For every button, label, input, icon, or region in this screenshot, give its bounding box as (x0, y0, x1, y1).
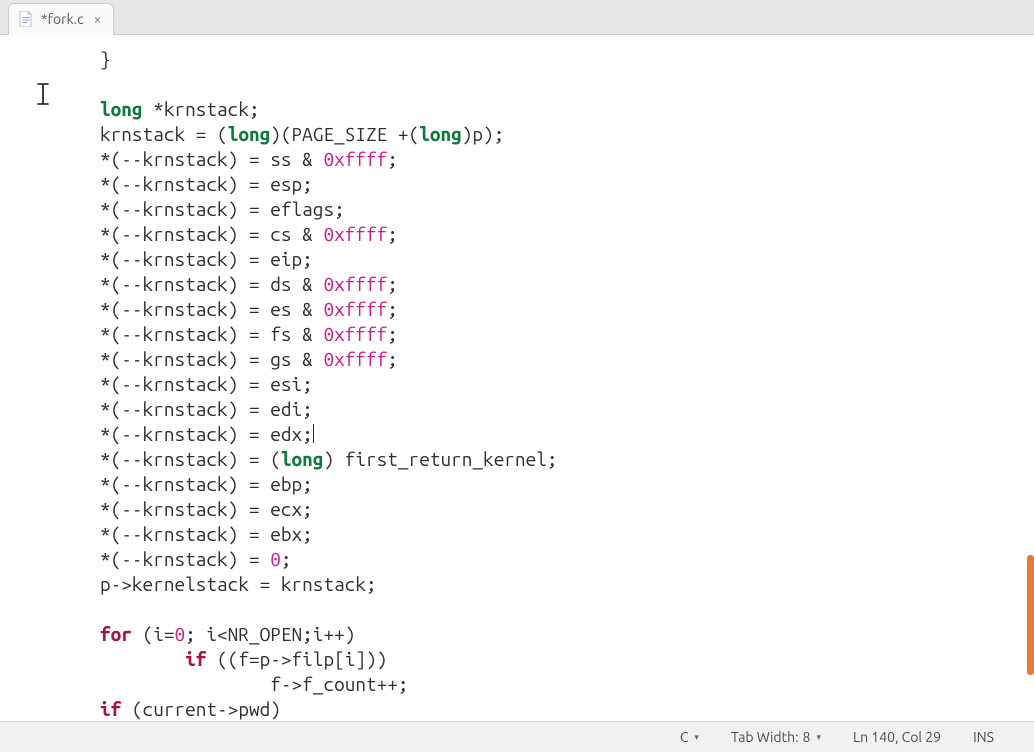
code-content[interactable]: } long *krnstack; krnstack = (long)(PAGE… (0, 35, 1034, 721)
file-icon (19, 11, 33, 27)
chevron-down-icon: ▾ (694, 732, 699, 743)
close-icon[interactable]: × (91, 11, 103, 27)
insert-mode[interactable]: INS (957, 722, 1010, 752)
language-label: C (680, 729, 689, 745)
file-tab-label: *fork.c (41, 11, 83, 27)
tab-bar: *fork.c × (0, 0, 1034, 35)
scrollbar-thumb[interactable] (1027, 555, 1034, 675)
insert-mode-label: INS (973, 729, 994, 745)
file-tab[interactable]: *fork.c × (8, 3, 114, 35)
tabwidth-label: Tab Width: (731, 729, 799, 745)
cursor-position-label: Ln 140, Col 29 (853, 729, 941, 745)
tabwidth-value: 8 (803, 729, 811, 745)
chevron-down-icon: ▾ (816, 732, 821, 743)
tabwidth-selector[interactable]: Tab Width: 8 ▾ (715, 722, 837, 752)
editor-window: *fork.c × } long *krnstack; krnstack = (… (0, 0, 1034, 752)
language-selector[interactable]: C ▾ (664, 722, 715, 752)
editor-area[interactable]: } long *krnstack; krnstack = (long)(PAGE… (0, 35, 1034, 721)
status-bar: C ▾ Tab Width: 8 ▾ Ln 140, Col 29 INS (0, 721, 1034, 752)
cursor-position[interactable]: Ln 140, Col 29 (837, 722, 957, 752)
